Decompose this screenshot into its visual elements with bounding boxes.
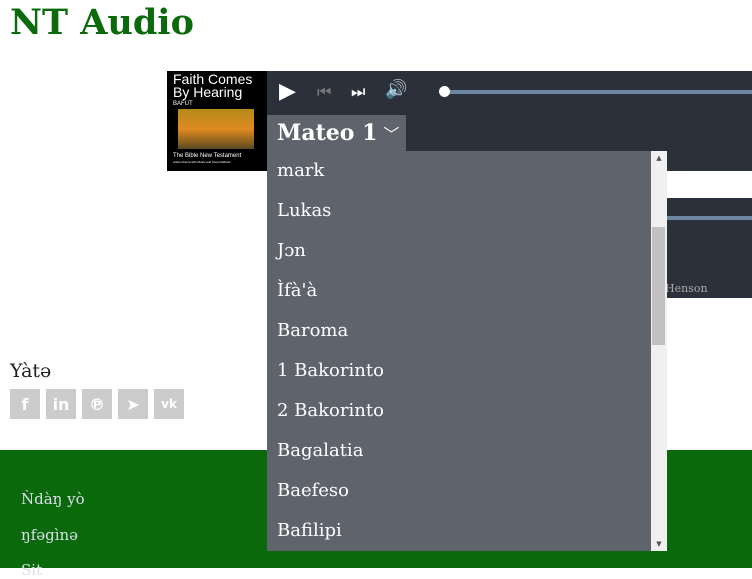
list-item[interactable]: Bafilipi	[267, 511, 667, 551]
footer-link[interactable]: Ǹdàŋ yò	[21, 490, 85, 508]
telegram-icon[interactable]: ➤	[118, 389, 148, 419]
list-item[interactable]: Lukas	[267, 191, 667, 231]
progress-handle[interactable]	[439, 86, 450, 97]
selected-chapter: Mateo 1	[277, 120, 378, 146]
list-item[interactable]: Baroma	[267, 311, 667, 351]
pinterest-icon[interactable]: ℗	[82, 389, 112, 419]
art-title: Faith Comes By Hearing	[173, 71, 253, 100]
art-subtitle: The Bible New Testament	[173, 153, 242, 159]
scrollbar[interactable]: ▲ ▼	[651, 151, 667, 551]
list-item[interactable]: Ìfà'à	[267, 271, 667, 311]
album-art: Faith Comes By Hearing BAFUT The Bible N…	[167, 71, 267, 171]
play-icon[interactable]: ▶	[279, 79, 296, 104]
social-share-buttons: f in ℗ ➤ vk	[10, 389, 184, 419]
audio-player-2: Henson	[665, 198, 752, 298]
linkedin-icon[interactable]: in	[46, 389, 76, 419]
credit-text: Henson	[665, 282, 708, 295]
scroll-down-icon[interactable]: ▼	[651, 540, 667, 548]
list-item[interactable]: Baefeso	[267, 471, 667, 511]
list-item[interactable]: Jɔn	[267, 231, 667, 271]
sunset-image	[178, 109, 254, 149]
chapter-select[interactable]: Mateo 1 ﹀	[267, 115, 406, 151]
next-icon[interactable]: ⏭	[351, 82, 365, 102]
art-language: BAFUT	[173, 101, 193, 107]
progress-bar[interactable]	[445, 90, 752, 94]
share-label: Yàtə	[10, 360, 52, 382]
page-title: NT Audio	[10, 2, 194, 43]
progress-bar-2[interactable]	[667, 216, 752, 220]
footer-link[interactable]: Sit	[21, 561, 42, 579]
facebook-icon[interactable]: f	[10, 389, 40, 419]
chapter-dropdown-list: mark Lukas Jɔn Ìfà'à Baroma 1 Bakorinto …	[267, 151, 667, 551]
previous-icon[interactable]: ⏮	[317, 82, 331, 102]
footer-link[interactable]: ŋfəgìnə	[21, 526, 78, 544]
list-item[interactable]: mark	[267, 151, 667, 191]
volume-icon[interactable]: 🔊	[385, 79, 407, 100]
art-caption: Audio Drama with Music and Sound Effects	[173, 160, 231, 164]
list-item[interactable]: 1 Bakorinto	[267, 351, 667, 391]
list-item[interactable]: Bagalatia	[267, 431, 667, 471]
scrollbar-thumb[interactable]	[652, 227, 665, 345]
scroll-up-icon[interactable]: ▲	[651, 154, 667, 162]
vk-icon[interactable]: vk	[154, 389, 184, 419]
chevron-down-icon: ﹀	[383, 125, 400, 144]
list-item[interactable]: 2 Bakorinto	[267, 391, 667, 431]
